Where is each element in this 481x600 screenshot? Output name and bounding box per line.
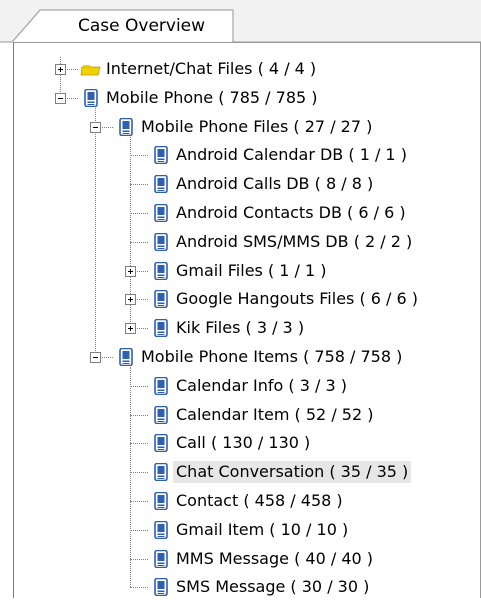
mobile-phone-icon — [154, 578, 168, 597]
mobile-phone-icon — [84, 88, 98, 108]
tree-item-label[interactable]: Gmail Files ( 1 / 1 ) — [173, 260, 330, 282]
tree-connector-line — [130, 501, 148, 502]
collapse-minus-icon[interactable] — [55, 92, 66, 104]
expand-plus-icon[interactable] — [125, 265, 136, 277]
expand-plus-icon[interactable] — [125, 294, 136, 306]
mobile-phone-icon — [154, 462, 168, 482]
mobile-phone-icon — [154, 434, 168, 453]
tree-item-label[interactable]: Android Calendar DB ( 1 / 1 ) — [173, 144, 410, 166]
tab-shape — [0, 9, 481, 43]
expand-plus-icon[interactable] — [55, 64, 66, 75]
mobile-phone-icon — [119, 347, 133, 367]
tree-guide-line — [95, 107, 96, 357]
mobile-phone-icon — [154, 318, 168, 338]
panel-border-top — [13, 42, 481, 43]
tree-item-label[interactable]: Gmail Item ( 10 / 10 ) — [173, 519, 351, 541]
mobile-phone-icon — [154, 376, 168, 396]
tree-connector-line — [130, 241, 148, 243]
tree-item-label[interactable]: Android SMS/MMS DB ( 2 / 2 ) — [173, 231, 415, 253]
tree-item-label[interactable]: Calendar Info ( 3 / 3 ) — [173, 375, 350, 397]
tree-item-label[interactable]: Call ( 130 / 130 ) — [173, 432, 313, 454]
tree-item-label[interactable]: Google Hangouts Files ( 6 / 6 ) — [173, 288, 421, 310]
tree-connector-line — [130, 184, 148, 186]
tree-connector-line — [130, 385, 148, 387]
tree-item-label[interactable]: SMS Message ( 30 / 30 ) — [173, 576, 372, 598]
mobile-phone-icon — [154, 146, 168, 165]
mobile-phone-icon — [154, 549, 168, 568]
tree-item-label[interactable]: Android Contacts DB ( 6 / 6 ) — [173, 202, 409, 224]
tree-item-label[interactable]: Mobile Phone ( 785 / 785 ) — [103, 87, 321, 109]
tree-connector-line — [130, 558, 148, 560]
collapse-minus-icon[interactable] — [90, 121, 101, 133]
tree-item-label[interactable]: Internet/Chat Files ( 4 / 4 ) — [103, 58, 319, 80]
tree-connector-line — [130, 587, 148, 589]
tree-connector-line — [130, 155, 148, 157]
panel-border-left — [13, 42, 14, 598]
mobile-phone-icon — [154, 232, 168, 252]
mobile-phone-icon — [119, 117, 133, 136]
mobile-phone-icon — [154, 261, 168, 280]
tree-connector-line — [130, 443, 148, 445]
tab-strip: Case Overview — [0, 0, 481, 43]
folder-icon — [80, 61, 102, 79]
mobile-phone-icon — [154, 491, 168, 511]
mobile-phone-icon — [154, 405, 168, 424]
mobile-phone-icon — [154, 520, 168, 540]
tab-case-overview[interactable]: Case Overview — [78, 14, 205, 38]
tree-item-label[interactable]: MMS Message ( 40 / 40 ) — [173, 548, 376, 570]
tree-connector-line — [130, 472, 148, 474]
tree-item-label[interactable]: Android Calls DB ( 8 / 8 ) — [173, 173, 376, 195]
tree-item-label[interactable]: Kik Files ( 3 / 3 ) — [173, 317, 307, 339]
tree-connector-line — [130, 414, 148, 416]
tree-item-label[interactable]: Mobile Phone Items ( 758 / 758 ) — [138, 346, 405, 368]
collapse-minus-icon[interactable] — [90, 352, 101, 363]
tree-connector-line — [130, 213, 148, 214]
tree-guide-line — [130, 367, 131, 588]
tree-connector-line — [130, 529, 148, 531]
mobile-phone-icon — [154, 174, 168, 194]
tree-item-label[interactable]: Calendar Item ( 52 / 52 ) — [173, 404, 376, 426]
tree-item-label[interactable]: Contact ( 458 / 458 ) — [173, 490, 346, 512]
mobile-phone-icon — [154, 290, 168, 309]
tree-item-label[interactable]: Mobile Phone Files ( 27 / 27 ) — [138, 116, 375, 138]
expand-plus-icon[interactable] — [125, 323, 136, 335]
tree-item-label[interactable]: Chat Conversation ( 35 / 35 ) — [173, 461, 412, 484]
mobile-phone-icon — [154, 203, 168, 223]
